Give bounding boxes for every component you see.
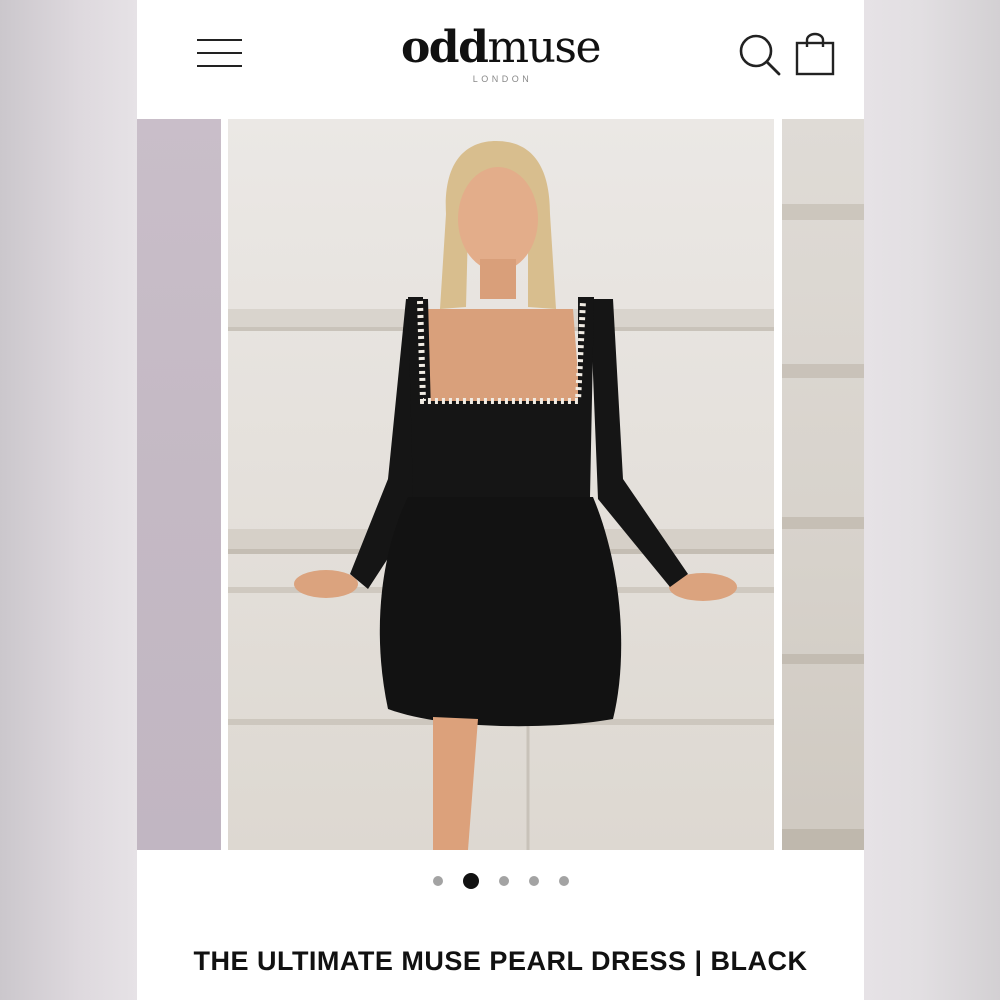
mobile-page: oddmuse LONDON THE ULTIMATE MUSE PEARL D… [137, 0, 864, 1000]
carousel-pagination[interactable] [137, 872, 864, 900]
model-in-dress-image [228, 141, 774, 850]
next-slide-image[interactable] [782, 119, 864, 850]
next-slide-wall-image [782, 204, 864, 850]
carousel-dot[interactable] [462, 872, 479, 889]
shopping-bag-icon[interactable] [794, 31, 836, 77]
product-title: THE ULTIMATE MUSE PEARL DRESS | BLACK [193, 946, 808, 977]
brand-wordmark-light: muse [487, 22, 601, 73]
brand-wordmark: oddmuse [400, 22, 602, 73]
product-photo[interactable] [228, 119, 774, 850]
site-header: oddmuse LONDON [137, 0, 864, 119]
carousel-dot[interactable] [558, 875, 569, 886]
carousel-dot[interactable] [528, 875, 539, 886]
previous-slide-image[interactable] [137, 119, 221, 850]
carousel-dot[interactable] [498, 875, 509, 886]
carousel-dot[interactable] [432, 875, 443, 886]
brand-wordmark-bold: odd [400, 22, 489, 73]
product-image-carousel[interactable] [137, 119, 864, 850]
search-icon[interactable] [737, 32, 783, 78]
